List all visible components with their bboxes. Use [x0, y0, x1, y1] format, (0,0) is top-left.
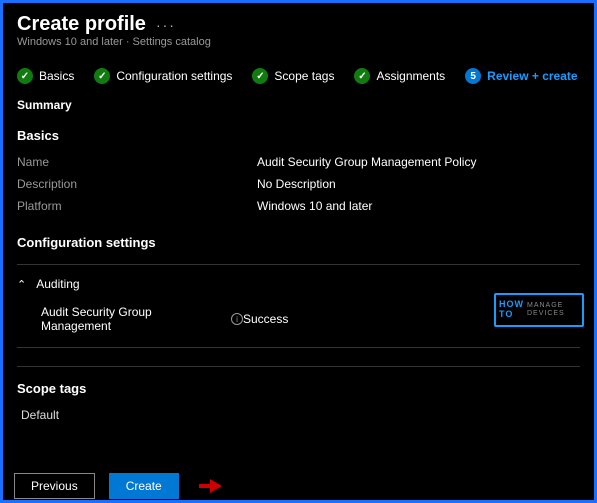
scope-value: Default: [3, 404, 594, 422]
more-icon[interactable]: ···: [156, 17, 176, 33]
watermark-how: HOW TO: [496, 300, 527, 320]
setting-label: Audit Security Group Management: [41, 305, 225, 333]
step-assignments[interactable]: ✓ Assignments: [354, 68, 445, 84]
check-icon: ✓: [354, 68, 370, 84]
label-name: Name: [17, 155, 257, 169]
step-number-icon: 5: [465, 68, 481, 84]
step-scope[interactable]: ✓ Scope tags: [252, 68, 334, 84]
create-button[interactable]: Create: [109, 473, 179, 499]
watermark-txt: MANAGE DEVICES: [527, 302, 565, 317]
arrow-annotation-icon: [199, 479, 229, 493]
setting-row: Audit Security Group Management i Succes…: [3, 297, 594, 341]
info-icon[interactable]: i: [231, 313, 243, 325]
page-subtitle: Windows 10 and later · Settings catalog: [17, 36, 580, 48]
check-icon: ✓: [94, 68, 110, 84]
setting-value: Success: [243, 312, 288, 326]
divider: [17, 347, 580, 348]
row-name: Name Audit Security Group Management Pol…: [3, 151, 594, 173]
divider: [17, 366, 580, 367]
divider: [17, 264, 580, 265]
step-config[interactable]: ✓ Configuration settings: [94, 68, 232, 84]
chevron-up-icon: ⌃: [17, 278, 26, 291]
watermark-logo: HOW TO MANAGE DEVICES: [494, 293, 584, 327]
check-icon: ✓: [252, 68, 268, 84]
footer-actions: Previous Create: [14, 473, 229, 499]
config-heading: Configuration settings: [3, 227, 594, 258]
summary-heading: Summary: [3, 90, 594, 120]
label-description: Description: [17, 177, 257, 191]
wizard-steps: ✓ Basics ✓ Configuration settings ✓ Scop…: [3, 50, 594, 90]
value-name: Audit Security Group Management Policy: [257, 155, 476, 169]
label-platform: Platform: [17, 199, 257, 213]
scope-heading: Scope tags: [3, 373, 594, 404]
step-review[interactable]: 5 Review + create: [465, 68, 577, 84]
auditing-label: Auditing: [36, 277, 79, 291]
page-title: Create profile: [17, 13, 146, 36]
value-description: No Description: [257, 177, 336, 191]
previous-button[interactable]: Previous: [14, 473, 95, 499]
row-platform: Platform Windows 10 and later: [3, 195, 594, 217]
basics-heading: Basics: [3, 120, 594, 151]
value-platform: Windows 10 and later: [257, 199, 372, 213]
page-header: Create profile ··· Windows 10 and later …: [3, 3, 594, 50]
check-icon: ✓: [17, 68, 33, 84]
row-description: Description No Description: [3, 173, 594, 195]
step-basics[interactable]: ✓ Basics: [17, 68, 74, 84]
